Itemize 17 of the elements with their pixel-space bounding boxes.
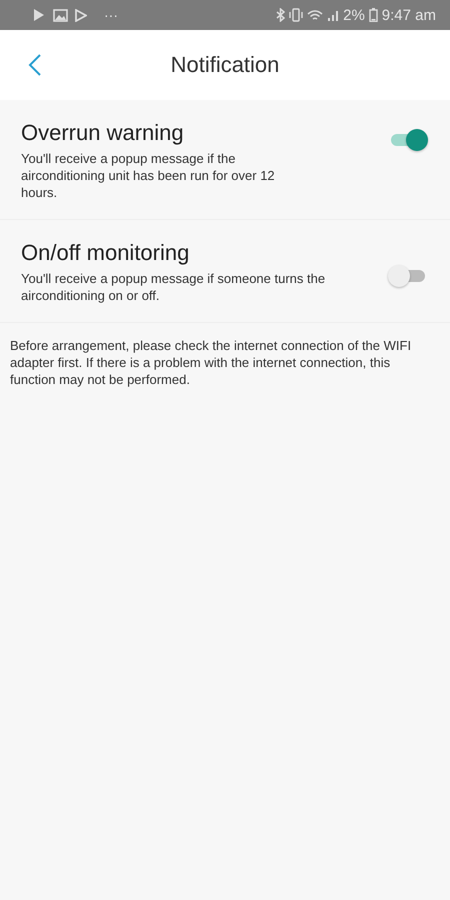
setting-description: You'll receive a popup message if the airconditioning unit has been run for over 12 hours. <box>21 150 276 201</box>
more-notifications: ··· <box>104 7 118 23</box>
setting-description: You'll receive a popup message if someone turns the airconditioning on or off. <box>21 270 326 304</box>
battery-icon <box>368 8 378 22</box>
note-text: Before arrangement, please check the internet connection of the WIFI adapter first. If there is a problem with the internet connection, this function may not be performed. <box>10 337 412 388</box>
signal-icon <box>327 8 340 22</box>
battery-percent: 2% <box>343 6 365 24</box>
screen-title: Notification <box>170 52 280 78</box>
setting-title: Overrun warning <box>21 120 185 146</box>
vibrate-icon <box>289 8 304 22</box>
play-store-icon <box>32 8 46 22</box>
bluetooth-icon <box>276 8 286 22</box>
play-icon <box>75 8 87 22</box>
image-icon <box>53 8 68 22</box>
wifi-icon <box>307 8 324 22</box>
setting-title: On/off monitoring <box>21 240 190 266</box>
clock: 9:47 am <box>382 6 436 24</box>
